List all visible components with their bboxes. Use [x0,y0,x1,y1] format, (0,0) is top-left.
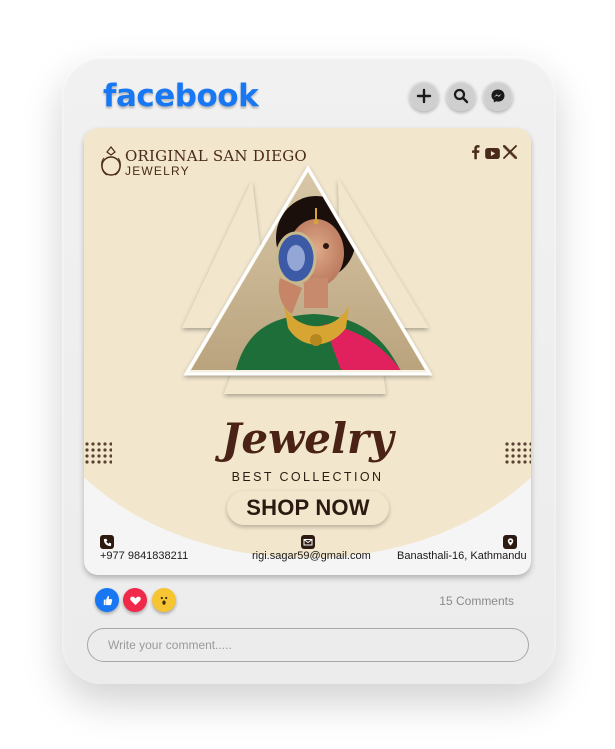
phone-icon [100,535,114,549]
location-icon [503,535,517,549]
add-button[interactable] [409,81,439,111]
wow-icon[interactable] [152,588,176,612]
comment-input[interactable] [87,628,529,662]
search-button[interactable] [446,81,476,111]
post-subtitle: BEST COLLECTION [231,470,384,484]
love-icon[interactable] [123,588,147,612]
post-title: Jewelry [221,414,394,463]
comments-count[interactable]: 15 Comments [400,594,514,608]
shop-now-button[interactable]: SHOP NOW [227,491,389,525]
plus-icon [416,88,432,104]
messenger-icon [491,89,505,103]
email-icon [301,535,315,549]
phone-number: +977 9841838211 [100,550,189,562]
search-icon [453,88,469,104]
post-card[interactable]: ORIGINAL SAN DIEGO JEWELRY Jewelry BEST … [84,128,531,575]
like-icon[interactable] [95,588,119,612]
app-logo[interactable]: facebook [103,78,259,114]
messenger-button[interactable] [483,81,513,111]
email-address: rigi.sagar59@gmail.com [252,550,371,562]
address: Banasthali-16, Kathmandu [397,550,527,562]
